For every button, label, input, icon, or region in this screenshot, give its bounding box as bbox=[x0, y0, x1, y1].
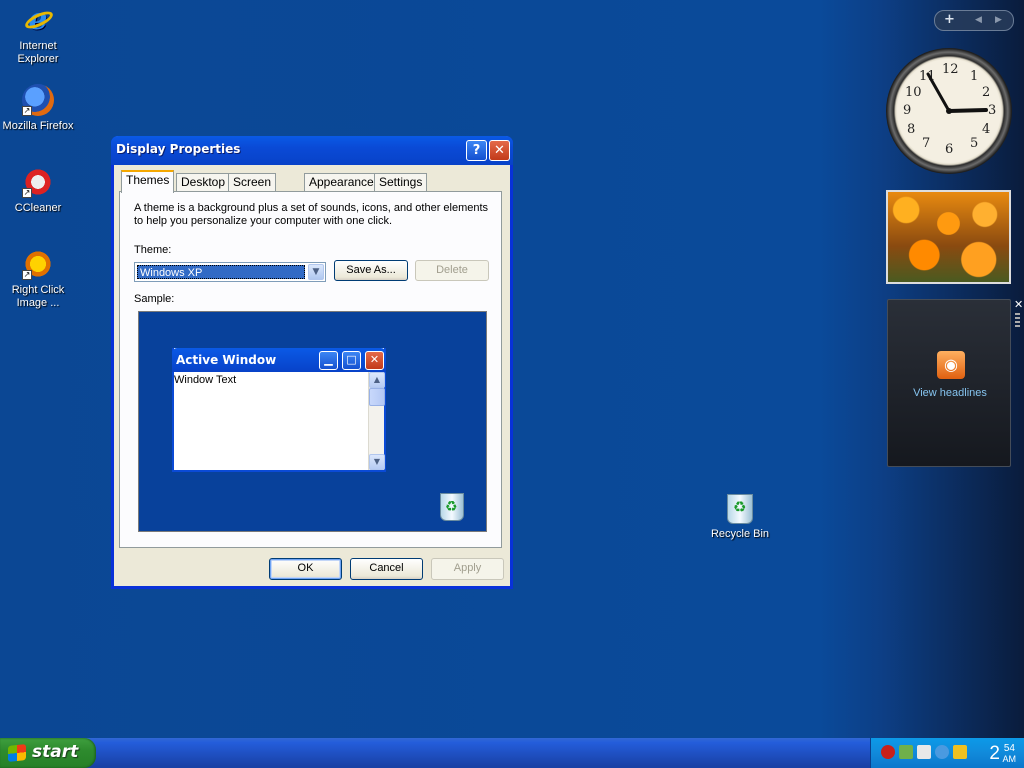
start-label: start bbox=[32, 742, 79, 762]
sample-window-text: Window Text bbox=[174, 374, 237, 386]
icon-label: Mozilla Firefox bbox=[2, 120, 74, 132]
theme-description: A theme is a background plus a set of so… bbox=[134, 202, 489, 227]
themes-panel: A theme is a background plus a set of so… bbox=[119, 191, 502, 548]
internet-explorer-shortcut[interactable]: e Internet Explorer bbox=[0, 4, 76, 66]
gadget-drag-handle[interactable] bbox=[1015, 313, 1020, 329]
sample-active-window: Active Window ▁ □ ✕ Window Text ▲ ▼ bbox=[172, 348, 386, 472]
network-icon[interactable] bbox=[899, 745, 913, 759]
sample-window-title: Active Window bbox=[176, 353, 277, 367]
windows-logo-icon bbox=[8, 744, 26, 762]
theme-sample-preview: Active Window ▁ □ ✕ Window Text ▲ ▼ bbox=[138, 311, 487, 532]
display-properties-dialog: Display Properties ? ✕ Themes Desktop Sc… bbox=[111, 136, 513, 589]
dialog-title: Display Properties bbox=[116, 142, 241, 156]
tab-themes[interactable]: Themes bbox=[121, 170, 175, 193]
recycle-bin-icon bbox=[727, 494, 753, 524]
delete-button[interactable]: Delete bbox=[415, 260, 489, 281]
theme-label: Theme: bbox=[134, 244, 172, 256]
sample-scrollbar: ▲ ▼ bbox=[368, 372, 385, 470]
mozilla-firefox-shortcut[interactable]: ↗ Mozilla Firefox bbox=[0, 84, 76, 133]
clock-ampm: AM bbox=[1002, 754, 1017, 764]
right-click-image-shortcut[interactable]: ↗ Right Click Image ... bbox=[0, 248, 76, 310]
sidebar-controls: + ◀ ▶ bbox=[934, 10, 1014, 31]
sound-icon[interactable] bbox=[953, 745, 967, 759]
minute-hand bbox=[926, 72, 951, 113]
icon-label: Internet Explorer bbox=[17, 40, 59, 65]
ccleaner-icon: ↗ bbox=[22, 166, 54, 198]
clock-minute: 54 bbox=[1003, 743, 1015, 754]
icon-label: CCleaner bbox=[14, 202, 62, 214]
slideshow-gadget[interactable] bbox=[886, 190, 1011, 284]
clock-hour: 2 bbox=[989, 743, 1000, 764]
internet-explorer-icon: e bbox=[22, 4, 56, 36]
tab-desktop[interactable]: Desktop bbox=[176, 173, 231, 192]
feed-headlines-gadget[interactable]: ◉ View headlines bbox=[887, 299, 1011, 467]
hour-hand bbox=[947, 108, 988, 113]
rss-icon: ◉ bbox=[937, 351, 965, 379]
theme-select[interactable]: Windows XP ▼ bbox=[134, 262, 326, 282]
start-button[interactable]: start bbox=[0, 738, 96, 768]
taskbar: start 2 54 AM bbox=[0, 738, 1024, 768]
save-as-button[interactable]: Save As... bbox=[334, 260, 408, 281]
update-icon[interactable] bbox=[935, 745, 949, 759]
cancel-button[interactable]: Cancel bbox=[350, 558, 423, 580]
tab-appearance[interactable]: Appearance bbox=[304, 173, 379, 192]
theme-select-value: Windows XP bbox=[137, 265, 305, 279]
minimize-icon: ▁ bbox=[319, 351, 338, 370]
icon-label: Recycle Bin bbox=[710, 528, 770, 540]
maximize-icon: □ bbox=[342, 351, 361, 370]
recycle-bin-icon bbox=[440, 493, 464, 521]
clock-gadget[interactable]: 12 1 2 3 4 5 6 7 8 9 10 11 bbox=[886, 48, 1012, 174]
scroll-up-icon: ▲ bbox=[369, 372, 385, 388]
ccleaner-shortcut[interactable]: ↗ CCleaner bbox=[0, 166, 76, 215]
dialog-title-bar[interactable]: Display Properties ? ✕ bbox=[111, 136, 513, 165]
clock-center bbox=[946, 108, 952, 114]
right-click-image-icon: ↗ bbox=[22, 248, 54, 280]
apply-button[interactable]: Apply bbox=[431, 558, 504, 580]
close-button[interactable]: ✕ bbox=[489, 140, 510, 161]
view-headlines-link[interactable]: View headlines bbox=[888, 387, 1012, 399]
next-gadget-icon[interactable]: ▶ bbox=[995, 15, 1002, 25]
firefox-icon: ↗ bbox=[22, 84, 54, 116]
tab-settings[interactable]: Settings bbox=[374, 173, 428, 192]
ok-button[interactable]: OK bbox=[269, 558, 342, 580]
tab-screen-saver[interactable]: Screen Saver bbox=[228, 173, 277, 206]
close-icon: ✕ bbox=[365, 351, 384, 370]
recycle-bin-shortcut[interactable]: Recycle Bin bbox=[702, 494, 778, 541]
chevron-down-icon[interactable]: ▼ bbox=[308, 264, 324, 280]
clock-hands bbox=[926, 72, 988, 114]
previous-gadget-icon[interactable]: ◀ bbox=[975, 15, 982, 25]
safely-remove-icon[interactable] bbox=[917, 745, 931, 759]
sample-label: Sample: bbox=[134, 293, 175, 305]
add-gadget-button[interactable]: + bbox=[944, 12, 955, 27]
scroll-thumb bbox=[369, 388, 385, 406]
desktop: e Internet Explorer ↗ Mozilla Firefox ↗ … bbox=[0, 0, 1024, 738]
system-tray: 2 54 AM bbox=[870, 738, 1024, 768]
gadget-close-icon[interactable]: ✕ bbox=[1014, 298, 1023, 311]
icon-label: Right Click Image ... bbox=[11, 284, 65, 309]
help-button[interactable]: ? bbox=[466, 140, 487, 161]
antivirus-icon[interactable] bbox=[881, 745, 895, 759]
scroll-down-icon: ▼ bbox=[369, 454, 385, 470]
sample-window-title-bar: Active Window ▁ □ ✕ bbox=[172, 348, 386, 372]
